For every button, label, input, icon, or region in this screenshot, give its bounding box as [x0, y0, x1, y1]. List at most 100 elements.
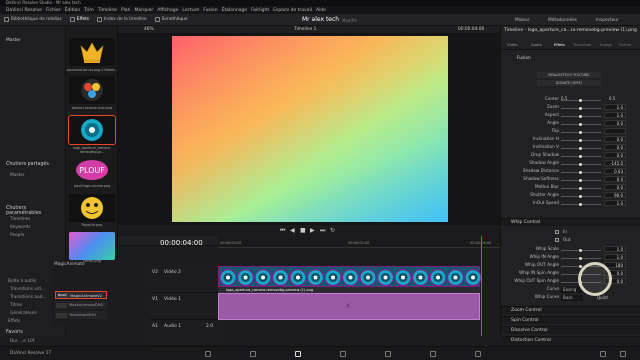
toolbox-item[interactable]: Boîte à outils — [0, 278, 46, 285]
audio-transitions-item[interactable]: Transitions aud... — [0, 294, 57, 301]
slider-knob[interactable] — [579, 248, 582, 252]
edit-index-button[interactable]: Index de la timeline — [93, 14, 151, 26]
v1-clip[interactable]: ⚡ — [218, 293, 480, 320]
param-value[interactable]: 0.03 — [604, 168, 626, 174]
mixer-button[interactable]: Mixeur — [515, 14, 529, 26]
playhead[interactable] — [481, 236, 482, 336]
thumb-plouf[interactable]: PLOUF — [69, 156, 115, 184]
metadata-button[interactable]: Métadonnées — [548, 14, 577, 26]
whip-checkbox[interactable]: Out — [501, 236, 640, 244]
cut-page-icon[interactable] — [250, 351, 256, 357]
stop-icon[interactable]: ■ — [300, 227, 306, 234]
param-value[interactable]: 0.0 — [604, 184, 626, 190]
whip-curve-other[interactable]: Quint — [597, 295, 608, 300]
slider-knob[interactable] — [579, 170, 582, 174]
thumb-popsicle[interactable] — [69, 194, 115, 222]
titles-item[interactable]: Titres — [0, 302, 32, 309]
tab-video[interactable]: Vidéo — [507, 42, 518, 47]
param-value[interactable]: 0.0 — [604, 120, 626, 126]
param-value[interactable]: 0.4 — [604, 176, 626, 182]
edit-page-icon[interactable] — [295, 351, 301, 357]
slider-knob[interactable] — [579, 130, 582, 134]
zoom-level[interactable]: 46% — [144, 27, 154, 32]
menu-trim[interactable]: Trim — [84, 8, 94, 13]
param-value[interactable]: 1.0 — [604, 104, 626, 110]
fusion-page-icon[interactable] — [340, 351, 346, 357]
param-value[interactable]: 1.0 — [604, 254, 626, 260]
inspector-section[interactable]: Zoom Control — [501, 306, 640, 314]
sound-library-button[interactable]: Sonothèque — [151, 14, 192, 26]
donate-link[interactable]: DONATE HERE! — [537, 80, 601, 86]
mask-animate-item[interactable]: MaskAnimateDHG — [55, 301, 107, 309]
menu-workspace[interactable]: Espace de travail — [273, 8, 312, 13]
inspector-section[interactable]: Dissolve Control — [501, 326, 640, 334]
track-a1[interactable]: A1 Audio 1 2.0 — [150, 322, 218, 346]
a1-track-lane[interactable] — [218, 322, 500, 336]
shared-master[interactable]: Master — [0, 172, 35, 179]
viewer-canvas[interactable] — [172, 36, 448, 222]
param-value[interactable]: -145.0 — [604, 160, 626, 166]
loop-icon[interactable]: ↻ — [330, 227, 335, 234]
track-v2[interactable]: V2 Vidéo 2 — [150, 266, 218, 293]
home-icon[interactable] — [600, 351, 606, 357]
whip-checkbox[interactable]: In — [501, 228, 640, 236]
tab-audio[interactable]: Audio — [531, 42, 542, 47]
param-value[interactable]: 1.0 — [604, 200, 626, 206]
track-v1[interactable]: V1 Vidéo 1 — [150, 293, 218, 320]
thumb-crown[interactable] — [69, 38, 115, 66]
smart-bin-people[interactable]: People — [0, 232, 34, 239]
menu-davinci[interactable]: DaVinci Resolve — [6, 8, 42, 13]
param-value[interactable] — [604, 128, 626, 134]
tab-image[interactable]: Image — [600, 42, 612, 47]
slider-knob[interactable] — [579, 146, 582, 150]
magic-animate-v2[interactable]: MAGIC MagicAnimateV2 — [55, 291, 107, 299]
center-x[interactable]: 0.5 — [561, 96, 567, 101]
param-value[interactable]: 1.0 — [604, 246, 626, 252]
menu-file[interactable]: Fichier — [46, 8, 61, 13]
curve-dropdown[interactable]: Back — [561, 295, 583, 301]
thumb-aperture[interactable] — [68, 115, 116, 145]
whip-control-section[interactable]: Whip Control — [501, 218, 640, 226]
param-value[interactable]: 0.0 — [604, 152, 626, 158]
fusion-subtab[interactable]: Fusion — [517, 56, 531, 61]
slider-knob[interactable] — [579, 186, 582, 190]
slider-knob[interactable] — [579, 122, 582, 126]
smart-bin-keywords[interactable]: Keywords — [0, 224, 41, 231]
media-page-icon[interactable] — [205, 351, 211, 357]
slider-knob[interactable] — [579, 178, 582, 182]
deliver-page-icon[interactable] — [475, 351, 481, 357]
thumb-resolve[interactable] — [69, 76, 115, 104]
thumb-lumen[interactable] — [69, 232, 115, 260]
settings-icon[interactable] — [620, 351, 626, 357]
checkbox-icon[interactable] — [555, 230, 559, 234]
slider-knob[interactable] — [579, 106, 582, 110]
menu-edit[interactable]: Édition — [65, 8, 81, 13]
go-end-icon[interactable]: ⏭ — [320, 227, 325, 235]
menu-color[interactable]: Étalonnage — [222, 8, 247, 13]
menu-view[interactable]: Affichage — [157, 8, 178, 13]
generators-item[interactable]: Générateurs — [0, 310, 47, 317]
tab-effects[interactable]: Effets — [554, 42, 565, 47]
slider-knob[interactable] — [579, 138, 582, 142]
param-value[interactable]: 0.0 — [604, 136, 626, 142]
effects-button[interactable]: Effets — [66, 14, 93, 26]
smart-bin-timelines[interactable]: Timelines — [0, 216, 41, 223]
slider-knob[interactable] — [579, 194, 582, 198]
color-page-icon[interactable] — [385, 351, 391, 357]
menu-playback[interactable]: Lecture — [182, 8, 199, 13]
timeline-name[interactable]: Timeline 1 — [294, 27, 316, 32]
transition-dhg-item[interactable]: TransitionDHG — [55, 311, 107, 319]
media-pool-button[interactable]: Bibliothèque de médias — [0, 14, 66, 26]
slider-knob[interactable] — [579, 256, 582, 260]
param-value[interactable]: 1.0 — [604, 112, 626, 118]
menu-clip[interactable]: Plan — [121, 8, 131, 13]
youtube-link[interactable]: MRALEXTECH YOUTUBE — [537, 72, 601, 78]
slider-knob[interactable] — [579, 114, 582, 118]
menu-timeline[interactable]: Timeline — [98, 8, 117, 13]
video-transitions-item[interactable]: Transitions vid... — [0, 286, 55, 293]
inspector-section[interactable]: Distortion Control — [501, 336, 640, 344]
play-reverse-icon[interactable]: ◀ — [290, 227, 295, 234]
slider-knob[interactable] — [579, 154, 582, 158]
param-value[interactable]: 0.0 — [604, 144, 626, 150]
tab-file[interactable]: Fichier — [619, 42, 631, 47]
